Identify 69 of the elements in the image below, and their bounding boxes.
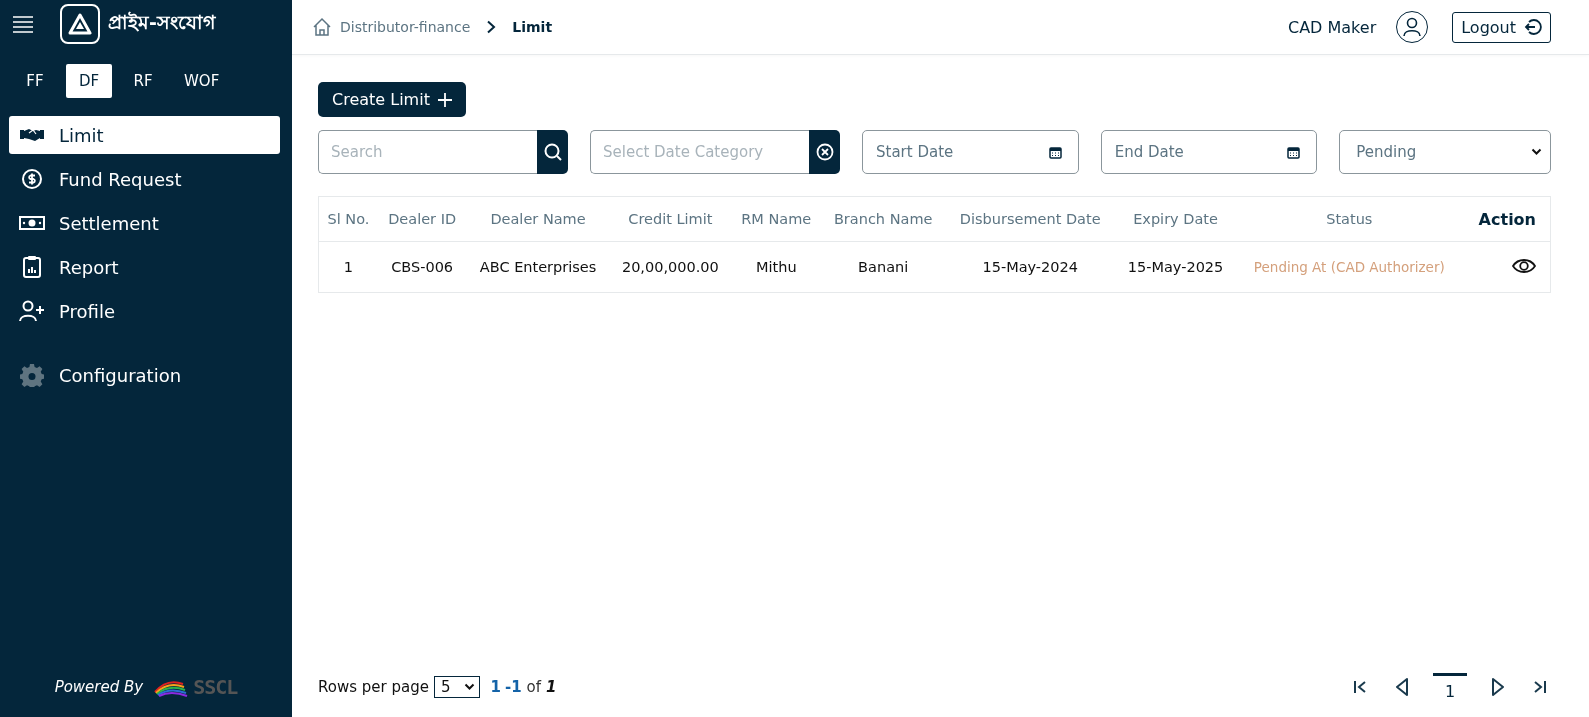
breadcrumb-current: Limit [512, 19, 553, 35]
page-button[interactable]: 1 [1433, 673, 1467, 701]
user-name: CAD Maker [1287, 17, 1377, 37]
sidebar-item[interactable]: Limit [9, 116, 280, 154]
calendar-icon[interactable] [1287, 145, 1301, 159]
user-plus-icon [19, 300, 45, 322]
gear-icon [20, 363, 44, 387]
module-tab[interactable]: RF [120, 64, 166, 98]
search-icon [542, 142, 563, 162]
table-cell: 15-May-2025 [1115, 241, 1236, 293]
range-end: -1 [504, 678, 522, 696]
total-pages: 1 [546, 678, 557, 696]
module-tab[interactable]: DF [66, 64, 112, 98]
handshake-icon [20, 127, 44, 143]
column-header: Status [1235, 196, 1464, 242]
sidebar-item[interactable]: Settlement [9, 204, 280, 242]
close-icon [815, 143, 834, 161]
column-header: Disbursement Date [944, 196, 1116, 242]
range-start: 1 [490, 678, 501, 696]
table-cell: ABC Enterprises [466, 241, 610, 293]
logout-button[interactable]: Logout [1452, 11, 1551, 43]
table-cell: CBS-006 [377, 241, 467, 293]
sidebar-item[interactable]: Report [9, 248, 280, 286]
banknote-icon [19, 215, 45, 231]
view-eye-icon[interactable] [1512, 257, 1536, 274]
table-cell: 1 [318, 241, 378, 293]
column-header: Dealer Name [466, 196, 610, 242]
rows-per-page-dropdown[interactable]: 5 [433, 676, 481, 698]
logout-icon [1524, 18, 1542, 36]
table-cell: 15-May-2024 [944, 241, 1116, 293]
clipboard-icon [22, 255, 42, 279]
column-header: RM Name [730, 196, 822, 242]
powered-by-label: Powered By [54, 678, 144, 696]
plus-icon [437, 92, 452, 107]
create-limit-button[interactable]: Create Limit [318, 82, 466, 117]
search-button[interactable] [537, 130, 568, 174]
table-cell: Pending At (CAD Authorizer) [1235, 241, 1464, 293]
breadcrumb-link[interactable]: Distributor-finance [340, 19, 471, 35]
dollar-circle-icon [21, 168, 43, 190]
start-date-field[interactable]: Start Date [862, 130, 1079, 174]
column-header: Expiry Date [1115, 196, 1236, 242]
clear-button[interactable] [809, 130, 840, 174]
sidebar-item[interactable]: Profile [9, 292, 280, 330]
menu-icon[interactable] [12, 15, 34, 33]
home-icon[interactable] [312, 17, 332, 37]
caret-icon [464, 683, 476, 691]
brand-name: প্রাইম-সংযোগ [108, 10, 215, 35]
end-date-field[interactable]: End Date [1100, 130, 1318, 174]
table-cell: Mithu [730, 241, 822, 293]
sscl-logo-text: SSCL [193, 675, 238, 699]
column-header: Action [1463, 196, 1551, 242]
column-header: Branch Name [821, 196, 945, 242]
module-tab[interactable]: WOF [174, 64, 230, 98]
caret-icon [1531, 148, 1542, 156]
table-cell: Banani [821, 241, 945, 293]
search-field[interactable]: Search [318, 130, 537, 174]
column-header: Dealer ID [377, 196, 467, 242]
status-dropdown[interactable]: Pending [1339, 130, 1551, 174]
sidebar-item[interactable]: Fund Request [9, 160, 280, 198]
rows-per-page-label: Rows per page [318, 678, 429, 696]
of-label: of [526, 678, 542, 696]
column-header: Credit Limit [609, 196, 731, 242]
logo-icon [60, 4, 100, 44]
table-cell: 20,00,000.00 [609, 241, 731, 293]
module-tab[interactable]: FF [12, 64, 58, 98]
column-header: Sl No. [318, 196, 378, 242]
date-category-field[interactable]: Select Date Category [590, 130, 809, 174]
calendar-icon[interactable] [1048, 145, 1062, 159]
sidebar-item[interactable]: Configuration [9, 356, 280, 394]
